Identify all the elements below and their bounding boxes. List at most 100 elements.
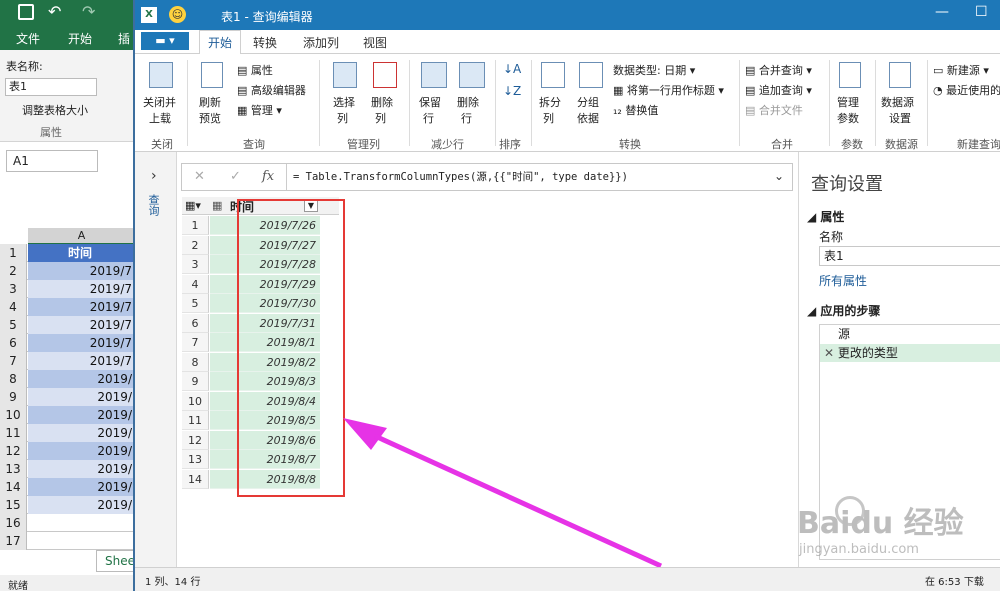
redo-icon[interactable]: ↷ [82,2,95,21]
close-load-button[interactable]: 关闭并 上载 [141,60,181,130]
file-menu-button[interactable]: ▬ ▾ [141,32,189,50]
tab-transform[interactable]: 转换 [253,34,277,51]
cancel-icon[interactable]: ✕ [194,169,205,184]
menu-file[interactable]: 文件 [16,30,40,47]
table-name-input[interactable]: 表1 [5,78,97,96]
excel-row-number[interactable]: 14 [0,478,27,496]
excel-cell[interactable]: 2019/ [28,406,136,424]
tab-view[interactable]: 视图 [363,34,387,51]
excel-row-number[interactable]: 15 [0,496,27,514]
applied-steps-header[interactable]: ◢ 应用的步骤 [807,302,880,319]
tab-home[interactable]: 开始 [199,30,242,54]
excel-row: 10 2019/ [0,406,136,424]
use-first-row-button[interactable]: ▦ 将第一行用作标题 ▾ [613,82,724,98]
excel-cell[interactable]: 2019/7 [28,262,136,280]
name-box[interactable]: A1 [6,150,98,172]
excel-cell[interactable]: 2019/ [28,460,136,478]
combine-files-label: 合并文件 [758,104,803,117]
step-source[interactable]: 源 [820,325,1000,343]
append-queries-button[interactable]: ▤ 追加查询 ▾ [745,82,812,98]
remove-rows-button[interactable]: 删除 行 [453,60,489,130]
date-type-icon[interactable]: ▦ [212,199,222,212]
refresh-label-2: 预览 [199,112,221,125]
excel-cell[interactable]: 2019/7 [28,352,136,370]
append-queries-label: 追加查询 [758,84,803,97]
excel-cell[interactable]: 2019/ [28,424,136,442]
excel-cell[interactable] [28,532,136,550]
menu-insert[interactable]: 插 [118,30,130,47]
excel-row-number[interactable]: 7 [0,352,27,370]
excel-row-number[interactable]: 17 [0,532,27,550]
excel-row-number[interactable]: 3 [0,280,27,298]
excel-cell[interactable]: 2019/7 [28,280,136,298]
delete-step-icon[interactable]: ✕ [824,346,834,360]
excel-cell[interactable]: 2019/ [28,442,136,460]
manage-button[interactable]: ▦ 管理 ▾ [237,102,282,118]
minimize-button[interactable]: — [935,4,949,20]
excel-row-number[interactable]: 10 [0,406,27,424]
expand-chevron-icon[interactable]: › [151,168,157,184]
applied-steps-label: 应用的步骤 [820,304,881,318]
excel-row-number[interactable]: 9 [0,388,27,406]
excel-cell[interactable]: 时间 [28,244,136,262]
tab-add-column[interactable]: 添加列 [303,34,339,51]
manage-parameters-button[interactable]: 管理 参数 [833,60,869,130]
excel-row-number[interactable]: 12 [0,442,27,460]
excel-cell[interactable]: 2019/7 [28,316,136,334]
menu-home[interactable]: 开始 [68,30,92,47]
ribbon-tabs: ▬ ▾ 开始 转换 添加列 视图 [135,30,1000,54]
watermark-url: jingyan.baidu.com [799,542,919,557]
keep-rows-button[interactable]: 保留 行 [415,60,451,130]
formula-input[interactable]: = Table.TransformColumnTypes(源,{{"时间", t… [286,164,766,190]
remove-columns-button[interactable]: 删除 列 [367,60,403,130]
excel-row-number[interactable]: 1 [0,244,27,262]
smiley-icon[interactable]: ☺ [169,6,186,23]
merge-queries-button[interactable]: ▤ 合并查询 ▾ [745,62,812,78]
row-number: 11 [182,411,209,430]
excel-row-number[interactable]: 16 [0,514,27,532]
resize-table-button[interactable]: 调整表格大小 [22,102,88,118]
column-a-label[interactable]: A [78,229,86,242]
undo-icon[interactable]: ↶ [48,2,61,21]
formula-expand-chevron-icon[interactable]: ⌄ [774,169,784,183]
step-changed-type[interactable]: ✕ 更改的类型 [820,344,1000,362]
excel-row-number[interactable]: 8 [0,370,27,388]
save-icon[interactable] [18,4,34,20]
group-close-label: 关闭 [151,138,173,151]
all-properties-link[interactable]: 所有属性 [819,272,867,289]
excel-cell[interactable]: 2019/7 [28,298,136,316]
excel-cell[interactable]: 2019/7 [28,334,136,352]
choose-columns-button[interactable]: 选择 列 [327,60,363,130]
refresh-preview-button[interactable]: 刷新 预览 [193,60,231,130]
excel-row-number[interactable]: 2 [0,262,27,280]
excel-cell[interactable]: 2019/ [28,370,136,388]
query-name-input[interactable]: 表1 [819,246,1000,266]
excel-row-number[interactable]: 11 [0,424,27,442]
excel-row-number[interactable]: 6 [0,334,27,352]
excel-cell[interactable]: 2019/ [28,496,136,514]
properties-button[interactable]: ▤ 属性 [237,62,273,78]
new-source-button[interactable]: ▭ 新建源 ▾ [933,62,989,78]
replace-values-button[interactable]: ₁₂ 替换值 [613,102,658,118]
excel-row-number[interactable]: 13 [0,460,27,478]
sort-ascending-icon[interactable]: ↓A [503,62,521,76]
data-type-dropdown[interactable]: 数据类型: 日期 ▾ [613,62,695,78]
table-menu-icon[interactable]: ▦▾ [185,199,201,212]
queries-pane-label[interactable]: 查询 [147,194,161,216]
check-icon[interactable]: ✓ [230,169,241,184]
excel-cell[interactable]: 2019/ [28,388,136,406]
properties-section-header[interactable]: ◢ 属性 [807,208,844,225]
maximize-button[interactable]: ☐ [975,4,988,20]
combine-files-button[interactable]: ▤ 合并文件 [745,102,803,118]
excel-cell[interactable]: 2019/ [28,478,136,496]
sort-descending-icon[interactable]: ↓Z [503,84,521,98]
function-icon[interactable]: fx [262,169,274,184]
recent-sources-button[interactable]: ◔ 最近使用的 [933,82,1000,98]
advanced-editor-button[interactable]: ▤ 高级编辑器 [237,82,306,98]
excel-cell[interactable] [28,514,136,532]
data-source-settings-button[interactable]: 数据源 设置 [879,60,923,130]
split-column-button[interactable]: 拆分 列 [535,60,571,130]
group-by-button[interactable]: 分组 依据 [573,60,609,130]
excel-row-number[interactable]: 5 [0,316,27,334]
excel-row-number[interactable]: 4 [0,298,27,316]
